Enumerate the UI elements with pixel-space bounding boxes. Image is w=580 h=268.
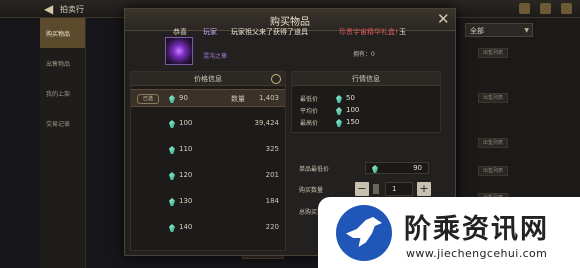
price-info-title: 价格信息 bbox=[194, 75, 222, 83]
unit-price-box: 90 bbox=[365, 162, 429, 174]
filter-dropdown-value: 全部 bbox=[470, 27, 484, 35]
increase-quantity-button[interactable]: + bbox=[417, 182, 431, 196]
price-value: 110 bbox=[179, 145, 193, 153]
quantity-value: 184 bbox=[265, 197, 279, 205]
price-value: 90 bbox=[179, 94, 188, 102]
quantity-row-label: 购买数量 bbox=[299, 187, 324, 194]
quantity-value: 39,424 bbox=[254, 119, 280, 127]
quantity-value: 1,403 bbox=[258, 94, 279, 102]
eagle-head-icon bbox=[346, 217, 382, 247]
purple-orb-icon bbox=[165, 37, 193, 65]
selected-badge: 已选 bbox=[137, 94, 159, 104]
sidebar-item-sell[interactable]: 出售物品 bbox=[40, 48, 85, 78]
page-title: 拍卖行 bbox=[60, 5, 84, 14]
gem-currency-icon bbox=[169, 120, 175, 128]
price-info-header: 价格信息 bbox=[131, 72, 285, 86]
unit-price-value: 90 bbox=[413, 164, 422, 172]
refresh-icon[interactable] bbox=[271, 74, 281, 84]
list-button[interactable]: 出售列表 bbox=[478, 138, 508, 148]
top-icons bbox=[519, 3, 572, 14]
quantity-value: 220 bbox=[265, 223, 279, 231]
unit-price-label: 单品最低价 bbox=[299, 166, 330, 173]
sidebar: 购买物品 出售物品 我的上架 交易记录 bbox=[40, 18, 86, 268]
price-row[interactable]: 120 201 bbox=[131, 167, 285, 185]
gem-currency-icon bbox=[169, 172, 175, 180]
gem-currency-icon bbox=[169, 95, 175, 103]
quantity-label: 数量 bbox=[231, 95, 245, 103]
quantity-value: 201 bbox=[265, 171, 279, 179]
price-info-panel: 价格信息 已选 90 数量 1,403 100 39,424 110 325 1… bbox=[130, 71, 286, 251]
quantity-marker bbox=[373, 184, 379, 194]
watermark-url: www.jiechengcehui.com bbox=[406, 247, 548, 260]
quantity-value: 325 bbox=[265, 145, 279, 153]
price-value: 140 bbox=[179, 223, 193, 231]
market-value: 150 bbox=[346, 118, 360, 126]
market-label: 平均价 bbox=[300, 108, 319, 115]
market-info-panel: 行情信息 最低价 50 平均价 100 最高价 150 bbox=[291, 71, 441, 133]
gem-currency-icon bbox=[169, 146, 175, 154]
marquee-text: 玉 bbox=[399, 28, 406, 36]
price-value: 100 bbox=[179, 119, 193, 127]
market-label: 最高价 bbox=[300, 120, 319, 127]
bag-icon[interactable] bbox=[540, 3, 551, 14]
gem-currency-icon bbox=[169, 224, 175, 232]
marquee-text: 玩家 bbox=[203, 28, 217, 36]
marquee-item-name: 珍贵宇宙精华礼盒! bbox=[339, 28, 398, 36]
market-row-max: 最高价 150 bbox=[300, 118, 430, 128]
mail-icon[interactable] bbox=[519, 3, 530, 14]
sidebar-item-records[interactable]: 交易记录 bbox=[40, 108, 85, 138]
list-button[interactable]: 出售列表 bbox=[478, 93, 508, 103]
filter-dropdown[interactable]: 全部 ▼ bbox=[465, 23, 533, 37]
item-name: 混沌之章 bbox=[203, 53, 228, 60]
decrease-quantity-button[interactable]: − bbox=[355, 182, 369, 196]
market-row-min: 最低价 50 bbox=[300, 94, 430, 104]
price-row[interactable]: 130 184 bbox=[131, 193, 285, 211]
price-row[interactable]: 已选 90 数量 1,403 bbox=[131, 89, 285, 107]
market-value: 50 bbox=[346, 94, 355, 102]
price-row[interactable]: 140 220 bbox=[131, 219, 285, 237]
settings-icon[interactable] bbox=[561, 3, 572, 14]
gem-currency-icon bbox=[336, 95, 342, 103]
list-button[interactable]: 出售列表 bbox=[478, 166, 508, 176]
price-row[interactable]: 100 39,424 bbox=[131, 115, 285, 133]
market-info-header: 行情信息 bbox=[292, 72, 440, 86]
price-row[interactable]: 110 325 bbox=[131, 141, 285, 159]
market-value: 100 bbox=[346, 106, 360, 114]
list-button[interactable]: 出售列表 bbox=[478, 48, 508, 58]
chevron-down-icon: ▼ bbox=[524, 27, 529, 34]
price-value: 120 bbox=[179, 171, 193, 179]
sidebar-item-my-listings[interactable]: 我的上架 bbox=[40, 78, 85, 108]
close-icon[interactable]: ✕ bbox=[437, 11, 450, 27]
sidebar-item-buy[interactable]: 购买物品 bbox=[40, 18, 85, 48]
marquee-text: 恭喜 bbox=[173, 28, 187, 36]
quantity-input[interactable]: 1 bbox=[385, 182, 413, 196]
market-row-avg: 平均价 100 bbox=[300, 106, 430, 116]
eagle-logo-icon bbox=[336, 205, 392, 261]
owned-count: 拥有：0 bbox=[353, 51, 375, 58]
dialog-title: 购买物品 bbox=[270, 17, 310, 28]
gem-currency-icon bbox=[336, 119, 342, 127]
watermark-title: 阶乘资讯网 bbox=[404, 214, 549, 245]
marquee-text: 玩家祖父来了获得了道具 bbox=[231, 28, 308, 36]
price-value: 130 bbox=[179, 197, 193, 205]
back-arrow-icon[interactable]: ◀ bbox=[44, 2, 58, 16]
gem-currency-icon bbox=[169, 198, 175, 206]
gem-currency-icon bbox=[372, 165, 378, 173]
market-label: 最低价 bbox=[300, 96, 319, 103]
gem-currency-icon bbox=[336, 107, 342, 115]
watermark-banner: 阶乘资讯网 www.jiechengcehui.com bbox=[318, 197, 580, 268]
